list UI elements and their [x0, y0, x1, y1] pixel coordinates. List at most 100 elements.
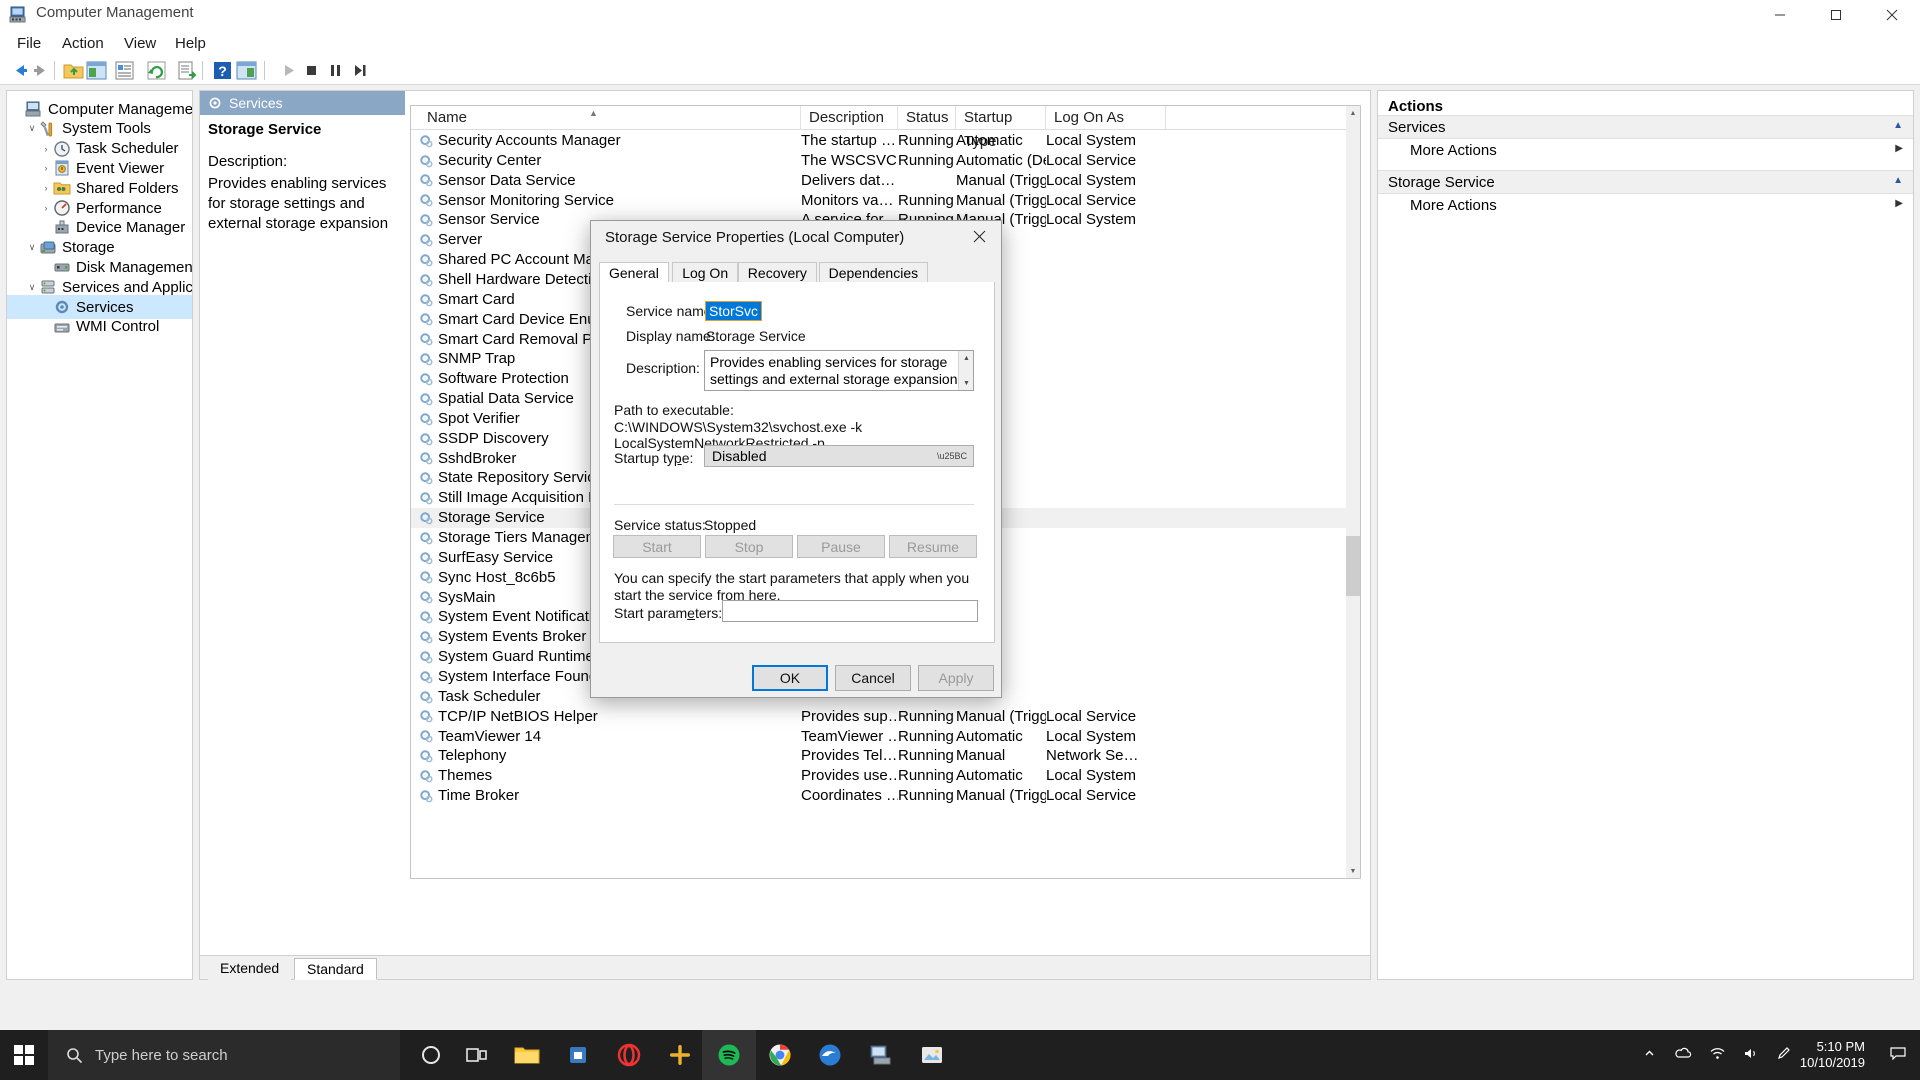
- notifications-icon[interactable]: [1890, 1046, 1906, 1064]
- actions-section-header[interactable]: Services ▲: [1378, 115, 1913, 139]
- services-list-header[interactable]: Name ▲ Description Status Startup Type Log On…: [411, 106, 1360, 150]
- dialog-tabs[interactable]: General Log On Recovery Dependencies: [599, 262, 995, 284]
- onedrive-icon[interactable]: [1674, 1047, 1692, 1064]
- service-name-value[interactable]: StorSvc: [704, 301, 763, 321]
- service-row[interactable]: Sensor Data Service Delivers dat… Manual (…: [411, 171, 1360, 191]
- edge-icon[interactable]: [803, 1030, 857, 1080]
- actions-item-more-actions[interactable]: More Actions ▶: [1378, 194, 1913, 218]
- column-header-status[interactable]: Status: [898, 106, 956, 130]
- dialog-tab-dependencies[interactable]: Dependencies: [818, 262, 929, 283]
- view-tabs[interactable]: Extended Standard: [200, 955, 1370, 980]
- service-row[interactable]: Telephony Provides Tel… Running Manual Netwo…: [411, 746, 1360, 766]
- service-row[interactable]: Time Broker Coordinates … Running Manual (T…: [411, 786, 1360, 806]
- dialog-title: Storage Service Properties (Local Comput…: [605, 229, 905, 246]
- scroll-down-arrow[interactable]: ▼: [1346, 864, 1360, 878]
- collapse-caret-icon[interactable]: ▲: [1893, 175, 1903, 186]
- chevron-down-icon[interactable]: ∨: [25, 242, 39, 253]
- photos-icon[interactable]: [905, 1030, 959, 1080]
- column-header-log-on-as[interactable]: Log On As: [1046, 106, 1166, 130]
- chevron-right-icon[interactable]: ›: [39, 144, 53, 154]
- gear-icon: [420, 532, 433, 545]
- dialog-description-input[interactable]: Provides enabling services for storage s…: [704, 350, 974, 391]
- start-parameters-input[interactable]: [722, 600, 978, 622]
- close-button[interactable]: [1864, 0, 1920, 29]
- view-tab-standard[interactable]: Standard: [294, 958, 377, 980]
- gear-icon: [420, 353, 433, 366]
- console-tree[interactable]: Computer Management (Local) ∨ System Tools…: [6, 90, 193, 980]
- menu-view[interactable]: View: [117, 33, 163, 54]
- chevron-down-icon[interactable]: ∨: [25, 123, 39, 134]
- service-row[interactable]: Security Accounts Manager The startup … Ru…: [411, 131, 1360, 151]
- chrome-icon[interactable]: [753, 1030, 807, 1080]
- search-input[interactable]: Type here to search: [48, 1030, 400, 1080]
- clock[interactable]: 5:10 PM 10/10/2019: [1800, 1039, 1865, 1071]
- actions-section-header[interactable]: Storage Service ▲: [1378, 170, 1913, 194]
- chevron-right-icon[interactable]: ›: [39, 203, 53, 213]
- system-tray: 5:10 PM 10/10/2019: [1634, 1030, 1920, 1080]
- pen-icon[interactable]: [1777, 1046, 1791, 1064]
- chevron-down-icon[interactable]: ∨: [25, 282, 39, 293]
- service-startup-cell: Automatic: [956, 727, 1023, 745]
- show-hidden-icons-chevron[interactable]: [1643, 1047, 1656, 1064]
- volume-icon[interactable]: [1743, 1047, 1759, 1064]
- computer-management-window: Computer Management File Action View Hel…: [0, 0, 1920, 1030]
- refresh-icon[interactable]: [145, 59, 168, 82]
- service-row[interactable]: TCP/IP NetBIOS Helper Provides sup… Runnin…: [411, 707, 1360, 727]
- collapse-caret-icon[interactable]: ▲: [1893, 120, 1903, 131]
- minimize-button[interactable]: [1752, 0, 1808, 29]
- actions-item-more-actions[interactable]: More Actions ▶: [1378, 139, 1913, 163]
- service-name-text: SshdBroker: [438, 449, 517, 467]
- up-folder-icon[interactable]: [62, 59, 85, 82]
- pause-service-icon[interactable]: [324, 59, 347, 82]
- windows-start-icon[interactable]: [0, 1030, 48, 1080]
- display-name-value[interactable]: Storage Service: [706, 328, 806, 344]
- slack-icon[interactable]: [653, 1030, 707, 1080]
- view-tab-extended[interactable]: Extended: [208, 958, 292, 980]
- service-row[interactable]: Themes Provides use… Running Automatic Local…: [411, 766, 1360, 786]
- cancel-button[interactable]: Cancel: [835, 665, 911, 691]
- dialog-tab-log-on[interactable]: Log On: [672, 262, 739, 283]
- column-header-name[interactable]: Name: [419, 106, 801, 130]
- description-scrollbar[interactable]: ▲ ▼: [958, 351, 973, 390]
- menu-file[interactable]: File: [10, 33, 48, 54]
- ok-button[interactable]: OK: [752, 665, 828, 691]
- menu-bar: File Action View Help: [0, 29, 1920, 56]
- help-icon[interactable]: ?: [211, 59, 234, 82]
- chevron-right-icon[interactable]: ›: [39, 183, 53, 193]
- file-explorer-icon[interactable]: [500, 1030, 554, 1080]
- opera-icon[interactable]: [602, 1030, 656, 1080]
- store-icon[interactable]: [551, 1030, 605, 1080]
- description-scroll-up[interactable]: ▲: [959, 351, 974, 365]
- menu-action[interactable]: Action: [55, 33, 111, 54]
- back-arrow-icon[interactable]: [8, 59, 31, 82]
- service-row[interactable]: Sensor Monitoring Service Monitors va… Run…: [411, 191, 1360, 211]
- chevron-right-icon[interactable]: ›: [39, 163, 53, 173]
- column-header-description[interactable]: Description: [801, 106, 898, 130]
- task-view-icon[interactable]: [450, 1030, 504, 1080]
- spotify-icon[interactable]: [702, 1030, 756, 1080]
- startup-type-select[interactable]: Disabled \u25BC: [704, 445, 974, 467]
- window-controls: [1752, 0, 1920, 29]
- stop-service-icon[interactable]: [300, 59, 323, 82]
- properties-icon[interactable]: [113, 59, 136, 82]
- start-service-icon[interactable]: [277, 59, 300, 82]
- export-list-icon[interactable]: [176, 59, 199, 82]
- menu-help[interactable]: Help: [168, 33, 213, 54]
- tree-item-wmi-control[interactable]: WMI Control: [7, 315, 192, 339]
- service-name-cell: TeamViewer 14: [419, 727, 801, 747]
- description-scroll-down[interactable]: ▼: [959, 376, 974, 390]
- dialog-close-button[interactable]: [957, 221, 1001, 251]
- service-row[interactable]: TeamViewer 14 TeamViewer … Running Automati…: [411, 727, 1360, 747]
- computer-management-icon[interactable]: [854, 1030, 908, 1080]
- forward-arrow-icon[interactable]: [30, 59, 53, 82]
- restart-service-icon[interactable]: [348, 59, 371, 82]
- maximize-button[interactable]: [1808, 0, 1864, 29]
- dialog-tab-general[interactable]: General: [599, 262, 669, 284]
- scroll-up-arrow[interactable]: ▲: [1346, 106, 1360, 120]
- show-console-tree-icon[interactable]: [85, 59, 108, 82]
- column-header-startup-type[interactable]: Startup Type: [956, 106, 1046, 150]
- service-row[interactable]: Security Center The WSCSVC…RunningAutomat…: [411, 151, 1360, 171]
- dialog-tab-recovery[interactable]: Recovery: [737, 262, 817, 283]
- network-icon[interactable]: [1710, 1047, 1725, 1064]
- show-action-pane-icon[interactable]: [235, 59, 258, 82]
